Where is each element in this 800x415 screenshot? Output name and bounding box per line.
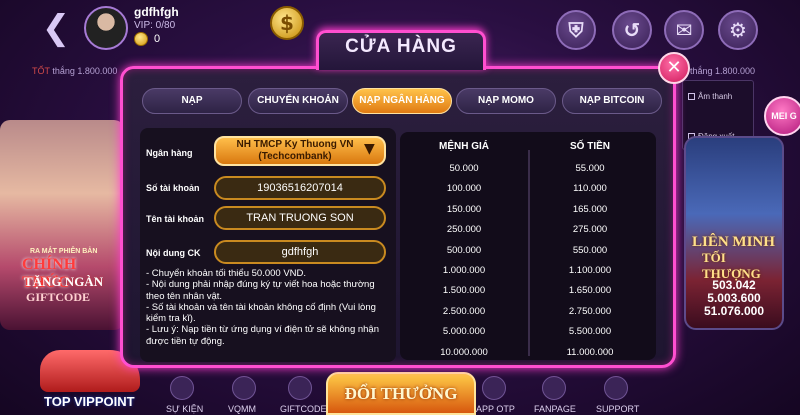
rate-denomination: 2.500.000	[442, 306, 486, 317]
nav-giftcode[interactable]: GIFTCODE	[280, 404, 327, 414]
transfer-notes: - Chuyển khoản tối thiểu 50.000 VND. - N…	[146, 268, 392, 347]
rate-amount: 1.100.000	[568, 265, 612, 276]
sound-toggle[interactable]: Âm thanh	[688, 92, 732, 101]
nav-event[interactable]: SỰ KIỆN	[166, 404, 203, 414]
nav-support[interactable]: SUPPORT	[596, 404, 639, 414]
event-banner[interactable]: RA MẮT PHIÊN BẢN CHÍNH THỨC TẶNG NGÀN GI…	[0, 120, 124, 330]
jackpot-ticker-left: TỐT thắng 1.800.000	[32, 66, 118, 76]
wheel-icon[interactable]	[232, 376, 256, 400]
account-name-label: Tên tài khoản	[146, 214, 205, 224]
shield-icon: ⛨	[568, 18, 584, 42]
col-header-amount: SỐ TIỀN	[569, 141, 610, 152]
mail-button[interactable]: ✉	[664, 10, 704, 50]
rate-denomination: 1.500.000	[442, 285, 486, 296]
mini-game-button[interactable]: MEI G	[764, 96, 800, 136]
col-header-denomination: MỆNH GIÁ	[439, 141, 489, 152]
rate-denomination: 150.000	[446, 204, 482, 215]
account-name-field[interactable]: TRAN TRUONG SON	[214, 206, 386, 230]
close-button[interactable]: ✕	[658, 52, 690, 84]
nav-vqmm[interactable]: VQMM	[228, 404, 256, 414]
rate-denomination: 5.000.000	[442, 326, 486, 337]
modal-title: CỬA HÀNG	[345, 36, 457, 57]
banner-line: RA MẮT PHIÊN BẢN	[30, 248, 98, 255]
history-button[interactable]: ↺	[612, 10, 652, 50]
tab-nap[interactable]: NẠP	[142, 88, 242, 114]
jackpot-value: 5.003.600	[707, 291, 761, 305]
banner-title: LIÊN MINH	[692, 234, 775, 250]
shield-button[interactable]: ⛨	[556, 10, 596, 50]
vip-progress: VIP: 0/80	[134, 20, 176, 31]
note-line: - Lưu ý: Nạp tiền từ ứng dụng ví điện tử…	[146, 324, 379, 336]
rate-amount: 165.000	[572, 204, 608, 215]
rate-amount: 1.650.000	[568, 285, 612, 296]
tab-nap-momo[interactable]: NẠP MOMO	[456, 88, 556, 114]
rate-amount: 5.500.000	[568, 326, 612, 337]
top-vippoint-button[interactable]: TOP VIPPOINT	[44, 394, 135, 409]
back-button[interactable]: ❮	[38, 8, 74, 48]
gear-icon: ⚙	[729, 18, 747, 42]
rate-denomination: 100.000	[446, 183, 482, 194]
rate-denomination: 50.000	[449, 163, 479, 174]
history-icon: ↺	[623, 18, 641, 42]
close-icon: ✕	[666, 57, 682, 78]
rate-denomination: 1.000.000	[442, 265, 486, 276]
gift-icon[interactable]	[288, 376, 312, 400]
note-line: - Số tài khoản và tên tài khoản không cố…	[146, 301, 376, 313]
bank-select-value-sub: (Techcombank)	[258, 151, 332, 162]
redeem-button[interactable]: ĐỔI THƯỞNG	[326, 372, 476, 415]
add-coin-button[interactable]: $	[270, 6, 304, 40]
rate-amount: 550.000	[572, 245, 608, 256]
username: gdfhfgh	[134, 5, 179, 19]
rate-denomination: 10.000.000	[440, 347, 488, 358]
checkbox-icon	[688, 93, 695, 101]
jackpot-value: 51.076.000	[703, 304, 765, 318]
phone-icon[interactable]	[482, 376, 506, 400]
tab-chuyen-khoan[interactable]: CHUYỂN KHOẢN	[248, 88, 348, 114]
bank-label: Ngân hàng	[146, 148, 193, 158]
caret-down-icon: ▼	[364, 141, 375, 157]
account-number-label: Số tài khoản	[146, 183, 200, 193]
jackpot-value: 503.042	[712, 278, 756, 292]
avatar[interactable]	[84, 6, 128, 50]
tab-nap-bitcoin[interactable]: NẠP BITCOIN	[562, 88, 662, 114]
bank-select-value: NH TMCP Ky Thuong VN	[236, 139, 354, 150]
banner-line: TẶNG NGÀN	[24, 274, 104, 289]
tab-nap-ngan-hang[interactable]: NẠP NGÂN HÀNG	[352, 88, 452, 114]
rate-amount: 11.000.000	[566, 347, 614, 358]
note-line: được tiền tự động.	[146, 335, 225, 347]
note-line: theo tên nhân vật.	[146, 290, 223, 302]
note-line: - Chuyển khoản tối thiểu 50.000 VND.	[146, 268, 307, 279]
rate-amount: 275.000	[572, 224, 608, 235]
coin-icon	[134, 32, 148, 46]
transfer-content-label: Nội dung CK	[146, 248, 201, 258]
note-line: - Nội dung phải nhập đúng ký tự viết hoa…	[146, 279, 375, 291]
nav-app-otp[interactable]: APP OTP	[476, 404, 515, 414]
game-banner[interactable]: LIÊN MINH TỐI THƯỢNG 503.042 5.003.600 5…	[684, 136, 784, 330]
event-icon[interactable]	[170, 376, 194, 400]
rate-amount: 2.750.000	[568, 306, 612, 317]
rate-denomination: 500.000	[446, 245, 482, 256]
settings-button[interactable]: ⚙	[718, 10, 758, 50]
rate-amount: 55.000	[575, 163, 605, 174]
rate-amount: 110.000	[573, 183, 607, 194]
nav-fanpage[interactable]: FANPAGE	[534, 404, 576, 414]
facebook-icon[interactable]	[542, 376, 566, 400]
jackpot-ticker-right: thắng 1.800.000	[690, 66, 756, 76]
mail-icon: ✉	[675, 18, 693, 42]
chevron-left-icon: ❮	[41, 8, 71, 48]
rate-denomination: 250.000	[446, 224, 482, 235]
note-line: kiểm tra kĩ).	[146, 313, 196, 325]
banner-line: GIFTCODE	[26, 290, 91, 304]
transfer-content-field[interactable]: gdfhfgh	[214, 240, 386, 264]
support-icon[interactable]	[604, 376, 628, 400]
account-number-field[interactable]: 19036516207014	[214, 176, 386, 200]
coin-balance: 0	[154, 33, 161, 45]
